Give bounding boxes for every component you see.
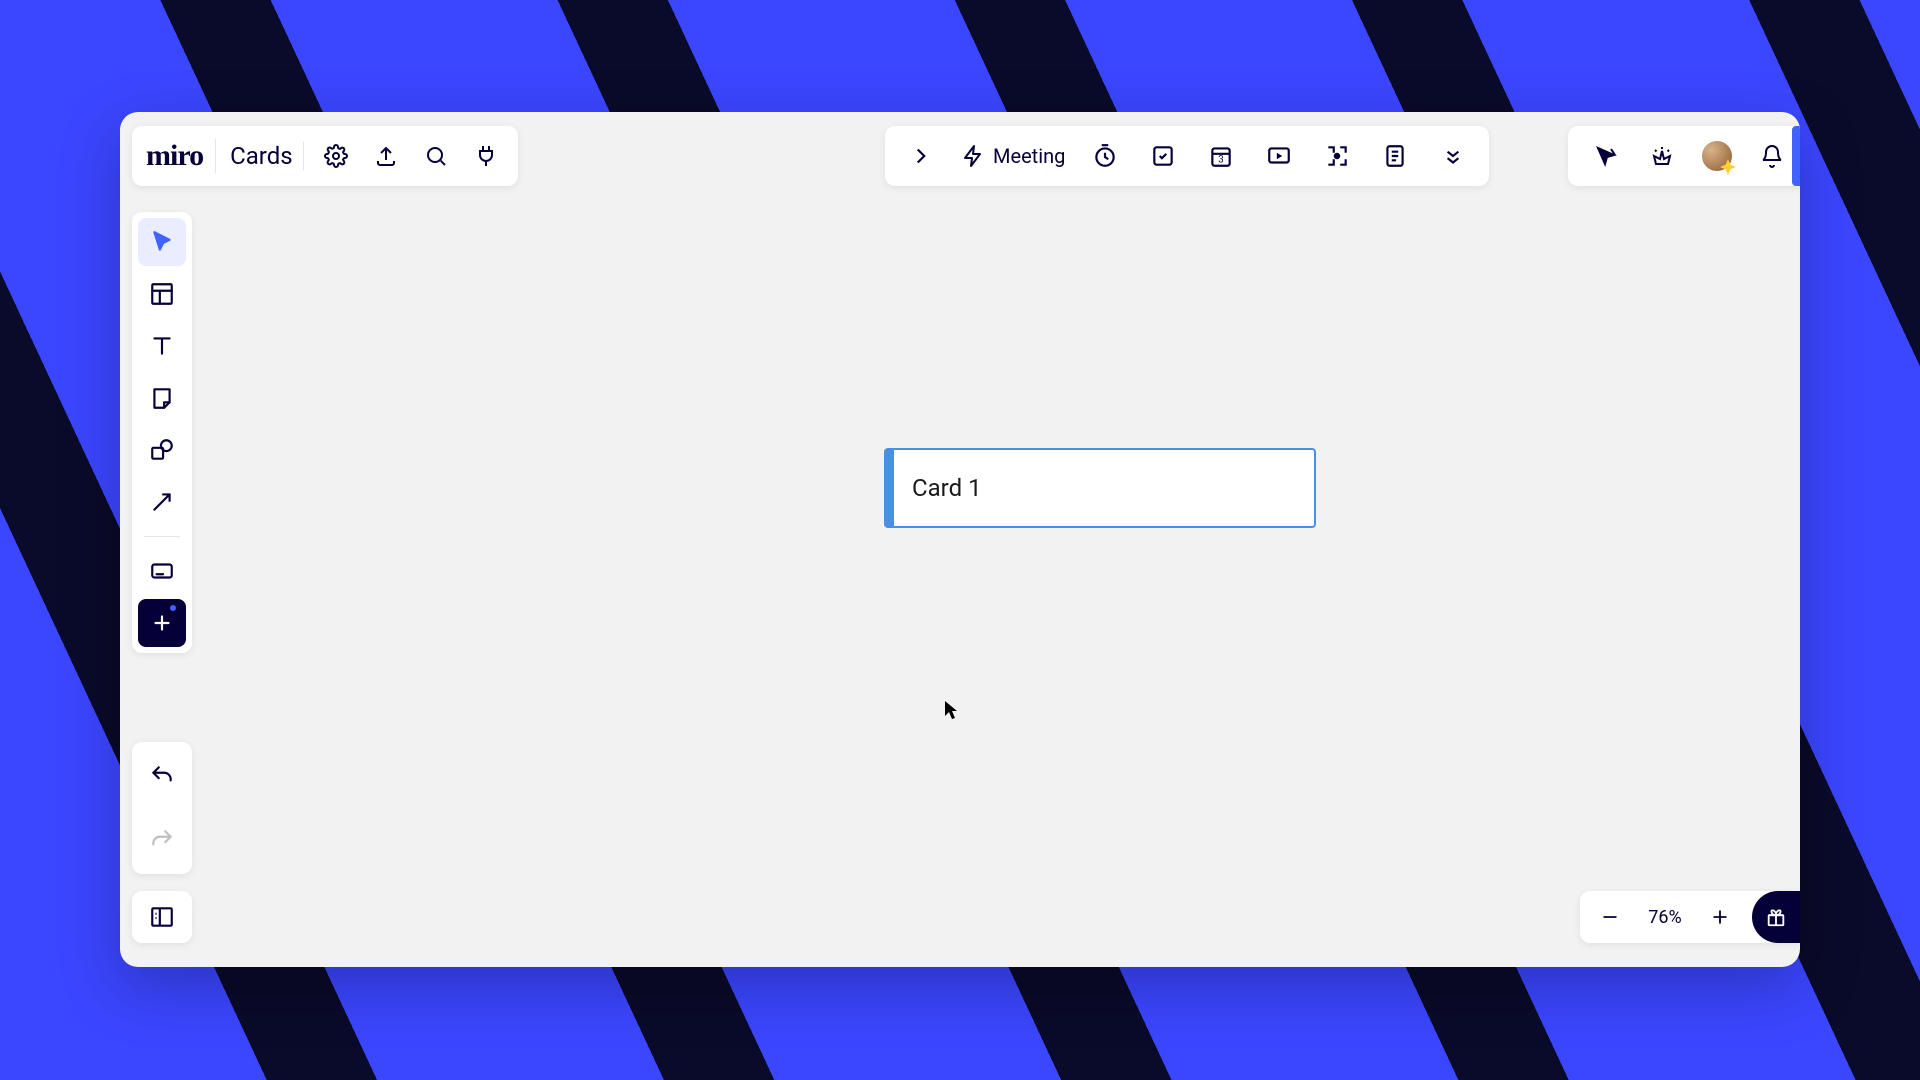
expand-panel-button[interactable] [903,138,939,174]
card-icon [149,558,175,584]
timer-button[interactable] [1087,138,1123,174]
notes-button[interactable] [1377,138,1413,174]
bell-icon [1760,144,1784,168]
attention-button[interactable] [1319,138,1355,174]
share-button-edge[interactable] [1792,126,1800,186]
gift-icon [1765,906,1787,928]
user-avatar[interactable] [1700,139,1734,173]
arrow-icon [149,489,175,515]
export-icon [374,144,398,168]
settings-button[interactable] [318,138,354,174]
sticky-note-icon [149,385,175,411]
sticky-note-tool[interactable] [138,374,186,422]
select-tool[interactable] [138,218,186,266]
cursor-icon [149,229,175,255]
notifications-button[interactable] [1754,138,1790,174]
logo[interactable]: miro [146,139,216,173]
help-gift-button[interactable] [1752,891,1800,943]
svg-text:3: 3 [1219,155,1224,166]
voting-icon [1150,143,1176,169]
frames-panel-icon [149,904,175,930]
search-icon [424,144,448,168]
calendar-icon: 3 [1208,143,1234,169]
notes-icon [1382,143,1408,169]
meeting-label: Meeting [993,144,1065,168]
export-button[interactable] [368,138,404,174]
bolt-icon [961,144,985,168]
meeting-button[interactable]: Meeting [961,144,1065,168]
plus-icon [1710,907,1730,927]
templates-icon [149,281,175,307]
undo-button[interactable] [138,752,186,800]
chevron-right-icon [908,143,934,169]
timer-icon [1092,143,1118,169]
top-toolbar-right [1568,126,1800,186]
shape-tool[interactable] [138,426,186,474]
redo-icon [149,827,175,853]
hide-cursors-button[interactable] [1588,138,1624,174]
search-button[interactable] [418,138,454,174]
redo-button[interactable] [138,816,186,864]
zoom-level[interactable]: 76% [1642,907,1688,928]
more-apps-tool[interactable] [138,599,186,647]
text-tool[interactable] [138,322,186,370]
shape-icon [149,437,175,463]
app-window: miro Cards Meeting 3 [120,112,1800,967]
mouse-cursor [944,700,958,720]
frames-panel-button[interactable] [132,891,192,943]
minus-icon [1600,907,1620,927]
board-title[interactable]: Cards [230,142,304,170]
canvas-card[interactable]: Card 1 [884,448,1316,528]
present-icon [1266,143,1292,169]
plugins-button[interactable] [468,138,504,174]
zoom-out-button[interactable] [1594,901,1626,933]
present-button[interactable] [1261,138,1297,174]
history-toolbar [132,742,192,874]
cursor-follow-icon [1594,144,1618,168]
creation-toolbar [132,212,192,653]
card-tool[interactable] [138,547,186,595]
notification-dot [170,605,176,611]
top-toolbar-center: Meeting 3 [885,126,1489,186]
gear-icon [324,144,348,168]
attention-icon [1324,143,1350,169]
chevron-down-double-icon [1440,143,1466,169]
calendar-button[interactable]: 3 [1203,138,1239,174]
connection-line-tool[interactable] [138,478,186,526]
voting-button[interactable] [1145,138,1181,174]
toolbar-divider [144,536,180,537]
plus-icon [149,610,175,636]
top-toolbar-left: miro Cards [132,126,518,186]
zoom-controls: 76% [1580,891,1800,943]
plug-icon [474,144,498,168]
reactions-icon [1650,144,1674,168]
more-collab-button[interactable] [1435,138,1471,174]
undo-icon [149,763,175,789]
zoom-in-button[interactable] [1704,901,1736,933]
text-icon [149,333,175,359]
templates-tool[interactable] [138,270,186,318]
reactions-button[interactable] [1644,138,1680,174]
card-title: Card 1 [912,474,982,502]
